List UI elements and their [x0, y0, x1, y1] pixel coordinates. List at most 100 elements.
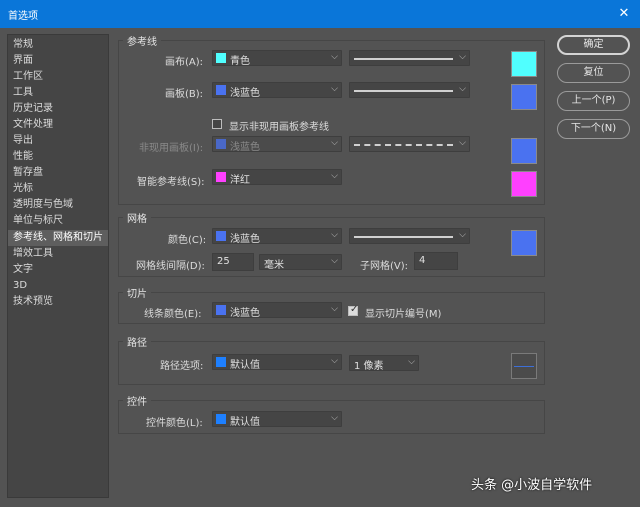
grid-color-select[interactable]: 浅蓝色 ⌵ — [212, 228, 342, 245]
control-color-label: 控件颜色(L): — [146, 418, 203, 429]
show-inactive-guides-label: 显示非现用画板参考线 — [229, 122, 329, 133]
slice-line-color-value: 浅蓝色 — [230, 308, 260, 319]
sidebar-item-cursors[interactable]: 光标 — [8, 181, 108, 197]
chevron-down-icon: ⌵ — [408, 357, 415, 367]
sidebar-item-scratch-disks[interactable]: 暂存盘 — [8, 165, 108, 181]
canvas-guide-color-select[interactable]: 青色 ⌵ — [212, 50, 342, 67]
subdivisions-label: 子网格(V): — [360, 261, 409, 272]
control-color-select[interactable]: 默认值 ⌵ — [212, 411, 342, 428]
canvas-guide-color-value: 青色 — [230, 56, 250, 67]
reset-button[interactable]: 复位 — [557, 63, 630, 83]
artboard-guide-swatch — [216, 85, 226, 95]
smart-guides-color-select[interactable]: 洋红 ⌵ — [212, 169, 342, 186]
grid-group-title: 网格 — [123, 210, 151, 225]
sidebar-item-3d[interactable]: 3D — [8, 278, 108, 294]
sidebar-item-workspace[interactable]: 工作区 — [8, 69, 108, 85]
chevron-down-icon: ⌵ — [459, 84, 466, 94]
chevron-down-icon: ⌵ — [459, 138, 466, 148]
sidebar-item-performance[interactable]: 性能 — [8, 149, 108, 165]
path-options-color-select[interactable]: 默认值 ⌵ — [212, 354, 342, 371]
slice-line-color-select[interactable]: 浅蓝色 ⌵ — [212, 302, 342, 319]
grid-color-swatch-big[interactable] — [511, 230, 537, 256]
chevron-down-icon: ⌵ — [331, 138, 338, 148]
sidebar-item-export[interactable]: 导出 — [8, 133, 108, 149]
solid-line-preview — [354, 58, 453, 60]
canvas-guide-swatch — [216, 53, 226, 63]
sidebar-item-plugins[interactable]: 增效工具 — [8, 246, 108, 262]
canvas-guide-label: 画布(A): — [165, 57, 204, 68]
smart-guides-swatch — [216, 172, 226, 182]
grid-unit-value: 毫米 — [264, 260, 284, 271]
chevron-down-icon: ⌵ — [331, 304, 338, 314]
inactive-artboard-style-select: ⌵ — [349, 136, 470, 152]
path-options-value: 默认值 — [230, 360, 260, 371]
subdivisions-input[interactable]: 4 — [414, 252, 458, 270]
watermark: 头条 @小波自学软件 — [471, 478, 593, 493]
path-group-title: 路径 — [123, 334, 151, 349]
chevron-down-icon: ⌵ — [459, 52, 466, 62]
path-width-value: 1 像素 — [354, 361, 384, 372]
grid-color-label: 颜色(C): — [168, 235, 207, 246]
artboard-guide-color-swatch[interactable] — [511, 84, 537, 110]
sidebar-item-transparency[interactable]: 透明度与色域 — [8, 197, 108, 213]
path-options-label: 路径选项: — [160, 361, 204, 372]
solid-line-preview — [354, 90, 453, 92]
solid-line-preview — [354, 236, 453, 238]
grid-style-select[interactable]: ⌵ — [349, 228, 470, 244]
grid-unit-select[interactable]: 毫米 ⌵ — [259, 254, 342, 271]
slice-line-color-label: 线条颜色(E): — [144, 309, 202, 320]
artboard-guide-color-value: 浅蓝色 — [230, 88, 260, 99]
guides-group-title: 参考线 — [123, 33, 161, 48]
chevron-down-icon: ⌵ — [331, 356, 338, 366]
show-slice-numbers-label: 显示切片编号(M) — [365, 309, 442, 320]
path-preview — [511, 353, 537, 379]
sidebar-item-type[interactable]: 文字 — [8, 262, 108, 278]
gridline-every-input[interactable]: 25 — [212, 253, 254, 271]
sidebar-item-tools[interactable]: 工具 — [8, 85, 108, 101]
artboard-guide-color-select[interactable]: 浅蓝色 ⌵ — [212, 82, 342, 99]
ok-button[interactable]: 确定 — [557, 35, 630, 55]
sidebar-item-file-handling[interactable]: 文件处理 — [8, 117, 108, 133]
sidebar-item-tech-previews[interactable]: 技术预览 — [8, 294, 108, 310]
artboard-guide-label: 画板(B): — [165, 89, 204, 100]
smart-guides-color-value: 洋红 — [230, 175, 250, 186]
close-icon[interactable]: ✕ — [614, 4, 634, 24]
chevron-down-icon: ⌵ — [331, 256, 338, 266]
path-options-swatch — [216, 357, 226, 367]
inactive-artboard-label: 非现用画板(I): — [139, 143, 204, 154]
artboard-guide-style-select[interactable]: ⌵ — [349, 82, 470, 98]
chevron-down-icon: ⌵ — [331, 84, 338, 94]
inactive-artboard-color-select: 浅蓝色 ⌵ — [212, 136, 342, 153]
show-slice-numbers-checkbox[interactable]: ✓ — [348, 304, 359, 316]
sidebar-item-history[interactable]: 历史记录 — [8, 101, 108, 117]
gridline-every-label: 网格线间隔(D): — [136, 261, 205, 272]
grid-color-swatch — [216, 231, 226, 241]
canvas-guide-color-swatch[interactable] — [511, 51, 537, 77]
chevron-down-icon: ⌵ — [331, 171, 338, 181]
inactive-artboard-color-value: 浅蓝色 — [230, 142, 260, 153]
smart-guides-color-swatch[interactable] — [511, 171, 537, 197]
slice-line-swatch — [216, 305, 226, 315]
control-color-value: 默认值 — [230, 417, 260, 428]
grid-color-value: 浅蓝色 — [230, 234, 260, 245]
chevron-down-icon: ⌵ — [331, 230, 338, 240]
slices-group-title: 切片 — [123, 285, 151, 300]
category-sidebar: 常规 界面 工作区 工具 历史记录 文件处理 导出 性能 暂存盘 光标 透明度与… — [7, 34, 109, 498]
check-icon: ✓ — [350, 304, 359, 315]
controls-group-title: 控件 — [123, 393, 151, 408]
sidebar-item-interface[interactable]: 界面 — [8, 53, 108, 69]
sidebar-item-units-rulers[interactable]: 单位与标尺 — [8, 213, 108, 229]
window-title: 首选项 — [8, 11, 38, 22]
inactive-artboard-color-swatch — [511, 138, 537, 164]
chevron-down-icon: ⌵ — [331, 52, 338, 62]
sidebar-item-general[interactable]: 常规 — [8, 37, 108, 53]
next-button[interactable]: 下一个(N) — [557, 119, 630, 139]
canvas-guide-style-select[interactable]: ⌵ — [349, 50, 470, 66]
path-preview-line — [514, 366, 534, 367]
inactive-artboard-swatch — [216, 139, 226, 149]
sidebar-item-guides-grid-slices[interactable]: 参考线、网格和切片 — [8, 230, 108, 246]
prev-button[interactable]: 上一个(P) — [557, 91, 630, 111]
path-width-select[interactable]: 1 像素 ⌵ — [349, 355, 419, 372]
show-inactive-guides-checkbox[interactable] — [212, 119, 222, 129]
control-color-swatch — [216, 414, 226, 424]
